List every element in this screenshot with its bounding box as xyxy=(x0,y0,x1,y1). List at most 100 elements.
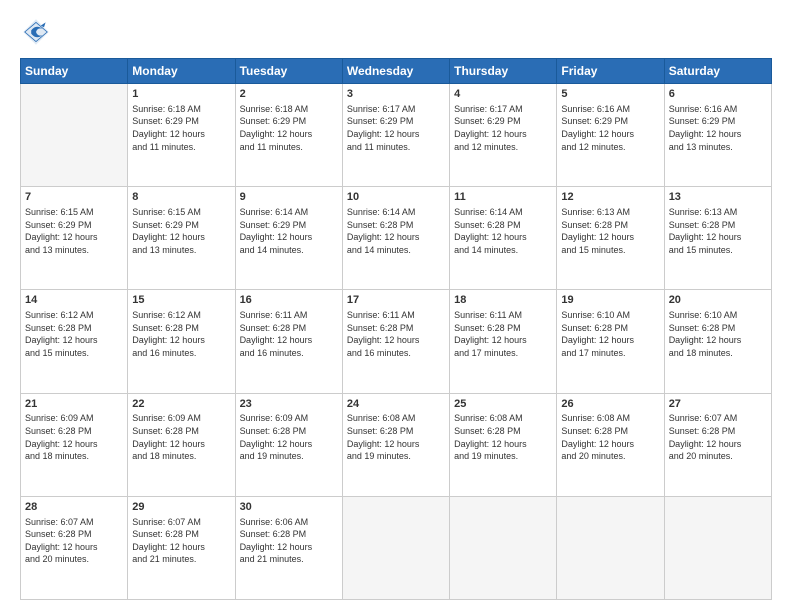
day-info: Sunrise: 6:13 AM Sunset: 6:28 PM Dayligh… xyxy=(561,206,659,256)
day-number: 6 xyxy=(669,87,767,102)
day-number: 18 xyxy=(454,293,552,308)
day-info: Sunrise: 6:07 AM Sunset: 6:28 PM Dayligh… xyxy=(132,516,230,566)
day-info: Sunrise: 6:08 AM Sunset: 6:28 PM Dayligh… xyxy=(347,412,445,462)
day-number: 28 xyxy=(25,500,123,515)
day-info: Sunrise: 6:10 AM Sunset: 6:28 PM Dayligh… xyxy=(669,309,767,359)
calendar-cell: 23Sunrise: 6:09 AM Sunset: 6:28 PM Dayli… xyxy=(235,393,342,496)
calendar-cell: 22Sunrise: 6:09 AM Sunset: 6:28 PM Dayli… xyxy=(128,393,235,496)
calendar-cell: 18Sunrise: 6:11 AM Sunset: 6:28 PM Dayli… xyxy=(450,290,557,393)
weekday-header-thursday: Thursday xyxy=(450,59,557,84)
calendar-cell: 21Sunrise: 6:09 AM Sunset: 6:28 PM Dayli… xyxy=(21,393,128,496)
day-info: Sunrise: 6:07 AM Sunset: 6:28 PM Dayligh… xyxy=(25,516,123,566)
header xyxy=(20,16,772,48)
calendar-cell: 30Sunrise: 6:06 AM Sunset: 6:28 PM Dayli… xyxy=(235,496,342,599)
day-info: Sunrise: 6:11 AM Sunset: 6:28 PM Dayligh… xyxy=(240,309,338,359)
day-number: 21 xyxy=(25,397,123,412)
weekday-header-monday: Monday xyxy=(128,59,235,84)
day-number: 12 xyxy=(561,190,659,205)
day-info: Sunrise: 6:14 AM Sunset: 6:29 PM Dayligh… xyxy=(240,206,338,256)
day-info: Sunrise: 6:16 AM Sunset: 6:29 PM Dayligh… xyxy=(669,103,767,153)
day-number: 8 xyxy=(132,190,230,205)
calendar-cell: 9Sunrise: 6:14 AM Sunset: 6:29 PM Daylig… xyxy=(235,187,342,290)
day-number: 9 xyxy=(240,190,338,205)
calendar-cell: 20Sunrise: 6:10 AM Sunset: 6:28 PM Dayli… xyxy=(664,290,771,393)
day-number: 17 xyxy=(347,293,445,308)
calendar-cell xyxy=(21,84,128,187)
calendar-cell: 15Sunrise: 6:12 AM Sunset: 6:28 PM Dayli… xyxy=(128,290,235,393)
calendar-cell: 28Sunrise: 6:07 AM Sunset: 6:28 PM Dayli… xyxy=(21,496,128,599)
day-number: 7 xyxy=(25,190,123,205)
calendar-cell: 5Sunrise: 6:16 AM Sunset: 6:29 PM Daylig… xyxy=(557,84,664,187)
day-info: Sunrise: 6:15 AM Sunset: 6:29 PM Dayligh… xyxy=(25,206,123,256)
calendar-table: SundayMondayTuesdayWednesdayThursdayFrid… xyxy=(20,58,772,600)
day-number: 4 xyxy=(454,87,552,102)
day-info: Sunrise: 6:11 AM Sunset: 6:28 PM Dayligh… xyxy=(454,309,552,359)
calendar-cell: 4Sunrise: 6:17 AM Sunset: 6:29 PM Daylig… xyxy=(450,84,557,187)
day-info: Sunrise: 6:10 AM Sunset: 6:28 PM Dayligh… xyxy=(561,309,659,359)
day-info: Sunrise: 6:08 AM Sunset: 6:28 PM Dayligh… xyxy=(454,412,552,462)
calendar-cell xyxy=(664,496,771,599)
day-number: 13 xyxy=(669,190,767,205)
calendar-cell: 10Sunrise: 6:14 AM Sunset: 6:28 PM Dayli… xyxy=(342,187,449,290)
day-info: Sunrise: 6:16 AM Sunset: 6:29 PM Dayligh… xyxy=(561,103,659,153)
calendar-cell: 24Sunrise: 6:08 AM Sunset: 6:28 PM Dayli… xyxy=(342,393,449,496)
day-number: 2 xyxy=(240,87,338,102)
week-row-5: 28Sunrise: 6:07 AM Sunset: 6:28 PM Dayli… xyxy=(21,496,772,599)
day-number: 25 xyxy=(454,397,552,412)
day-number: 20 xyxy=(669,293,767,308)
day-number: 16 xyxy=(240,293,338,308)
day-info: Sunrise: 6:09 AM Sunset: 6:28 PM Dayligh… xyxy=(132,412,230,462)
calendar-cell: 13Sunrise: 6:13 AM Sunset: 6:28 PM Dayli… xyxy=(664,187,771,290)
calendar-cell: 14Sunrise: 6:12 AM Sunset: 6:28 PM Dayli… xyxy=(21,290,128,393)
weekday-header-friday: Friday xyxy=(557,59,664,84)
week-row-2: 7Sunrise: 6:15 AM Sunset: 6:29 PM Daylig… xyxy=(21,187,772,290)
calendar-cell: 17Sunrise: 6:11 AM Sunset: 6:28 PM Dayli… xyxy=(342,290,449,393)
calendar-cell: 2Sunrise: 6:18 AM Sunset: 6:29 PM Daylig… xyxy=(235,84,342,187)
day-number: 5 xyxy=(561,87,659,102)
day-number: 24 xyxy=(347,397,445,412)
calendar-cell: 7Sunrise: 6:15 AM Sunset: 6:29 PM Daylig… xyxy=(21,187,128,290)
weekday-header-row: SundayMondayTuesdayWednesdayThursdayFrid… xyxy=(21,59,772,84)
day-number: 27 xyxy=(669,397,767,412)
day-info: Sunrise: 6:18 AM Sunset: 6:29 PM Dayligh… xyxy=(132,103,230,153)
day-info: Sunrise: 6:17 AM Sunset: 6:29 PM Dayligh… xyxy=(454,103,552,153)
week-row-4: 21Sunrise: 6:09 AM Sunset: 6:28 PM Dayli… xyxy=(21,393,772,496)
page: SundayMondayTuesdayWednesdayThursdayFrid… xyxy=(0,0,792,612)
weekday-header-sunday: Sunday xyxy=(21,59,128,84)
day-number: 22 xyxy=(132,397,230,412)
calendar-cell xyxy=(342,496,449,599)
day-number: 29 xyxy=(132,500,230,515)
day-info: Sunrise: 6:09 AM Sunset: 6:28 PM Dayligh… xyxy=(240,412,338,462)
day-number: 14 xyxy=(25,293,123,308)
day-number: 3 xyxy=(347,87,445,102)
calendar-cell: 11Sunrise: 6:14 AM Sunset: 6:28 PM Dayli… xyxy=(450,187,557,290)
weekday-header-tuesday: Tuesday xyxy=(235,59,342,84)
day-info: Sunrise: 6:11 AM Sunset: 6:28 PM Dayligh… xyxy=(347,309,445,359)
day-info: Sunrise: 6:07 AM Sunset: 6:28 PM Dayligh… xyxy=(669,412,767,462)
day-info: Sunrise: 6:14 AM Sunset: 6:28 PM Dayligh… xyxy=(347,206,445,256)
day-info: Sunrise: 6:13 AM Sunset: 6:28 PM Dayligh… xyxy=(669,206,767,256)
day-number: 26 xyxy=(561,397,659,412)
day-info: Sunrise: 6:09 AM Sunset: 6:28 PM Dayligh… xyxy=(25,412,123,462)
weekday-header-wednesday: Wednesday xyxy=(342,59,449,84)
day-number: 11 xyxy=(454,190,552,205)
day-info: Sunrise: 6:18 AM Sunset: 6:29 PM Dayligh… xyxy=(240,103,338,153)
calendar-cell: 6Sunrise: 6:16 AM Sunset: 6:29 PM Daylig… xyxy=(664,84,771,187)
weekday-header-saturday: Saturday xyxy=(664,59,771,84)
calendar-cell: 8Sunrise: 6:15 AM Sunset: 6:29 PM Daylig… xyxy=(128,187,235,290)
logo-icon xyxy=(20,16,52,48)
calendar-cell: 12Sunrise: 6:13 AM Sunset: 6:28 PM Dayli… xyxy=(557,187,664,290)
logo xyxy=(20,16,56,48)
calendar-cell: 25Sunrise: 6:08 AM Sunset: 6:28 PM Dayli… xyxy=(450,393,557,496)
day-number: 23 xyxy=(240,397,338,412)
calendar-cell xyxy=(557,496,664,599)
day-number: 15 xyxy=(132,293,230,308)
day-number: 1 xyxy=(132,87,230,102)
week-row-3: 14Sunrise: 6:12 AM Sunset: 6:28 PM Dayli… xyxy=(21,290,772,393)
day-info: Sunrise: 6:12 AM Sunset: 6:28 PM Dayligh… xyxy=(25,309,123,359)
day-number: 19 xyxy=(561,293,659,308)
calendar-cell: 27Sunrise: 6:07 AM Sunset: 6:28 PM Dayli… xyxy=(664,393,771,496)
day-info: Sunrise: 6:06 AM Sunset: 6:28 PM Dayligh… xyxy=(240,516,338,566)
day-info: Sunrise: 6:15 AM Sunset: 6:29 PM Dayligh… xyxy=(132,206,230,256)
day-info: Sunrise: 6:14 AM Sunset: 6:28 PM Dayligh… xyxy=(454,206,552,256)
